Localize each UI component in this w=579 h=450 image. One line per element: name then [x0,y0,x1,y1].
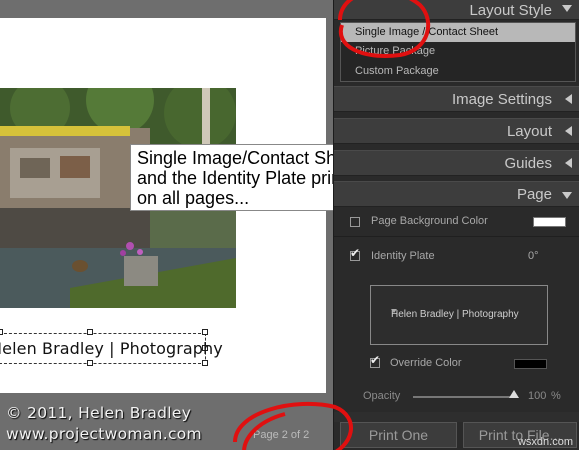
page-title: Page [516,186,552,203]
layout-style-title: Layout Style [469,2,552,19]
expand-arrow-icon [565,158,572,168]
checkmark-icon: ✔ [370,353,381,367]
copyright-line-2: www.projectwoman.com [6,425,202,443]
watermark: wsxdn.com [517,436,573,448]
print-one-button[interactable]: Print One [340,422,457,448]
print-preview-area: Helen Bradley | Photography Single Image… [0,0,400,450]
image-settings-title: Image Settings [451,91,552,108]
resize-handle-bottom-mid[interactable] [87,360,93,366]
page-bg-color-label: Page Background Color [371,215,488,227]
override-color-row: ✔ Override Color [334,351,579,375]
identity-plate-preview-text: Helen Bradley | Photography [391,309,519,320]
identity-plate-label: Identity Plate [371,250,435,262]
resize-handle-top-mid[interactable] [87,329,93,335]
identity-plate-text: Helen Bradley | Photography [0,339,223,358]
layout-option-picture-package[interactable]: Picture Package [341,42,575,61]
page-bg-color-swatch[interactable] [533,217,566,227]
override-color-checkbox[interactable]: ✔ [370,354,380,368]
identity-plate-checkbox[interactable]: ✔ [350,247,360,261]
identity-plate-angle[interactable]: 0° [528,250,539,262]
checkmark-icon: ✔ [350,246,361,260]
opacity-slider-thumb[interactable] [509,390,519,398]
override-color-swatch[interactable] [514,359,547,369]
copyright-line-1: © 2011, Helen Bradley [6,404,192,422]
layout-option-custom-package[interactable]: Custom Package [341,62,575,81]
layout-title: Layout [506,123,552,140]
collapse-arrow-icon [562,192,572,199]
panel-scroll-edge [334,412,579,422]
guides-title: Guides [504,155,552,172]
collapse-arrow-icon [562,5,572,12]
expand-arrow-icon [565,94,572,104]
image-settings-header[interactable]: Image Settings [334,86,579,112]
opacity-label: Opacity [363,390,401,402]
opacity-row: Opacity 100 % [334,384,579,406]
identity-plate-row: ✔ Identity Plate 0° [334,244,579,268]
layout-style-header[interactable]: Layout Style [334,0,579,20]
opacity-unit: % [551,390,561,402]
guides-header[interactable]: Guides [334,150,579,176]
opacity-value[interactable]: 100 [528,390,546,402]
override-color-label: Override Color [390,357,462,369]
resize-handle-bottom-right[interactable] [202,360,208,366]
page-bg-color-row: Page Background Color [334,210,579,234]
layout-header[interactable]: Layout [334,118,579,144]
layout-option-single-image[interactable]: Single Image / Contact Sheet [341,23,575,42]
page-header[interactable]: Page [334,181,579,207]
opacity-slider-track[interactable] [413,396,517,398]
resize-handle-top-left[interactable] [0,329,3,335]
page-count: Page 2 of 2 [253,429,310,441]
print-settings-panel: Layout Style Single Image / Contact Shee… [333,0,579,450]
identity-plate-preview[interactable]: Helen Bradley | Photography [370,285,548,345]
divider [334,236,579,237]
layout-style-list: Single Image / Contact Sheet Picture Pac… [340,22,576,82]
expand-arrow-icon [565,126,572,136]
dropdown-arrow-icon [391,309,397,313]
page-bg-color-checkbox[interactable] [350,217,360,227]
resize-handle-top-right[interactable] [202,329,208,335]
copyright-overlay: © 2011, Helen Bradley www.projectwoman.c… [6,403,202,445]
